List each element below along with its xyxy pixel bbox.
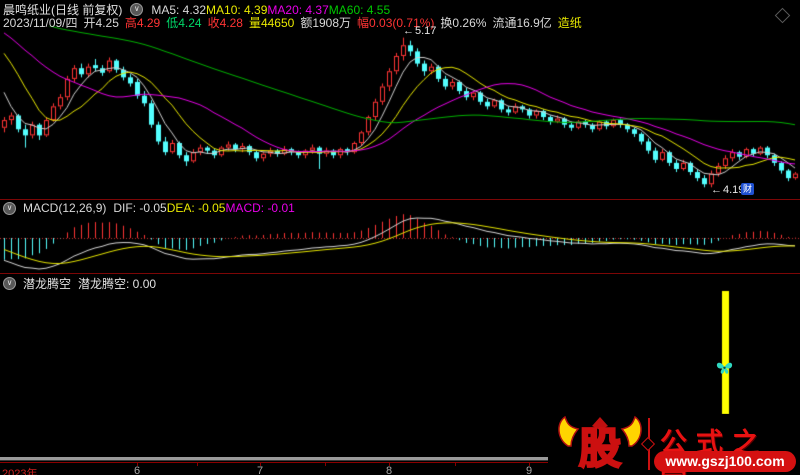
quote-item: 造纸 [558,14,582,31]
macd-header: ∨ MACD(12,26,9) DIF: -0.05DEA: -0.05MACD… [3,201,295,215]
collapse-arrow-icon[interactable]: ∨ [3,277,16,290]
axis-tick [455,462,456,466]
month-label: 9 [526,465,532,475]
year-label: 2023年 [2,465,37,475]
h-scrollbar[interactable] [0,457,556,461]
butterfly-icon [715,359,734,376]
panel-separator[interactable] [0,199,800,200]
macd-values: DIF: -0.05DEA: -0.05MACD: -0.01 [113,201,294,215]
axis-tick [529,462,530,466]
macd-value: MACD: -0.01 [225,201,294,215]
chart-window: 晨鸣纸业(日线 前复权) ∨ MA5: 4.32MA10: 4.39MA20: … [0,0,800,475]
quote-item: 高4.29 [125,14,160,31]
macd-value: DEA: -0.05 [167,201,226,215]
macd-name: MACD(12,26,9) [23,201,106,215]
quote-line: 2023/11/09/四开4.25 高4.29 低4.24 收4.28 量44650 额1… [3,14,582,31]
qllk-header: ∨ 潜龙腾空 潜龙腾空: 0.00 [3,275,156,292]
axis-tick [325,462,326,466]
axis-tick [389,462,390,466]
bull-stock-icon: 股 [554,414,646,472]
quote-item: 换0.26% [440,14,486,31]
chart-canvas[interactable] [0,0,800,475]
axis-tick [137,462,138,466]
axis-tick [197,462,198,466]
quote-item: 流通16.9亿 [492,14,551,31]
high-price-label: 5.17 [403,25,436,37]
quote-item: 2023/11/09/四 [3,14,78,31]
month-label: 6 [134,465,140,475]
watermark-logo: 股 公式之家 www.gszj100.com [548,414,800,475]
macd-value: DIF: -0.05 [113,201,166,215]
collapse-arrow-icon[interactable]: ∨ [3,202,16,215]
qllk-value: 潜龙腾空: 0.00 [78,275,156,292]
quote-item: 额1908万 [300,14,351,31]
quote-item: 低4.24 [166,14,201,31]
quote-item: 量44650 [249,14,294,31]
axis-tick [260,462,261,466]
panel-separator[interactable] [0,273,800,274]
qllk-name: 潜龙腾空 [23,275,71,292]
low-price-label: 4.19 [711,184,744,196]
quote-item: 收4.28 [208,14,243,31]
bull-char: 股 [579,425,621,472]
brand-url[interactable]: www.gszj100.com [654,451,796,472]
month-label: 8 [386,465,392,475]
finance-badge[interactable]: 财 [741,183,754,195]
quote-item: 开4.25 [84,14,119,31]
month-label: 7 [257,465,263,475]
